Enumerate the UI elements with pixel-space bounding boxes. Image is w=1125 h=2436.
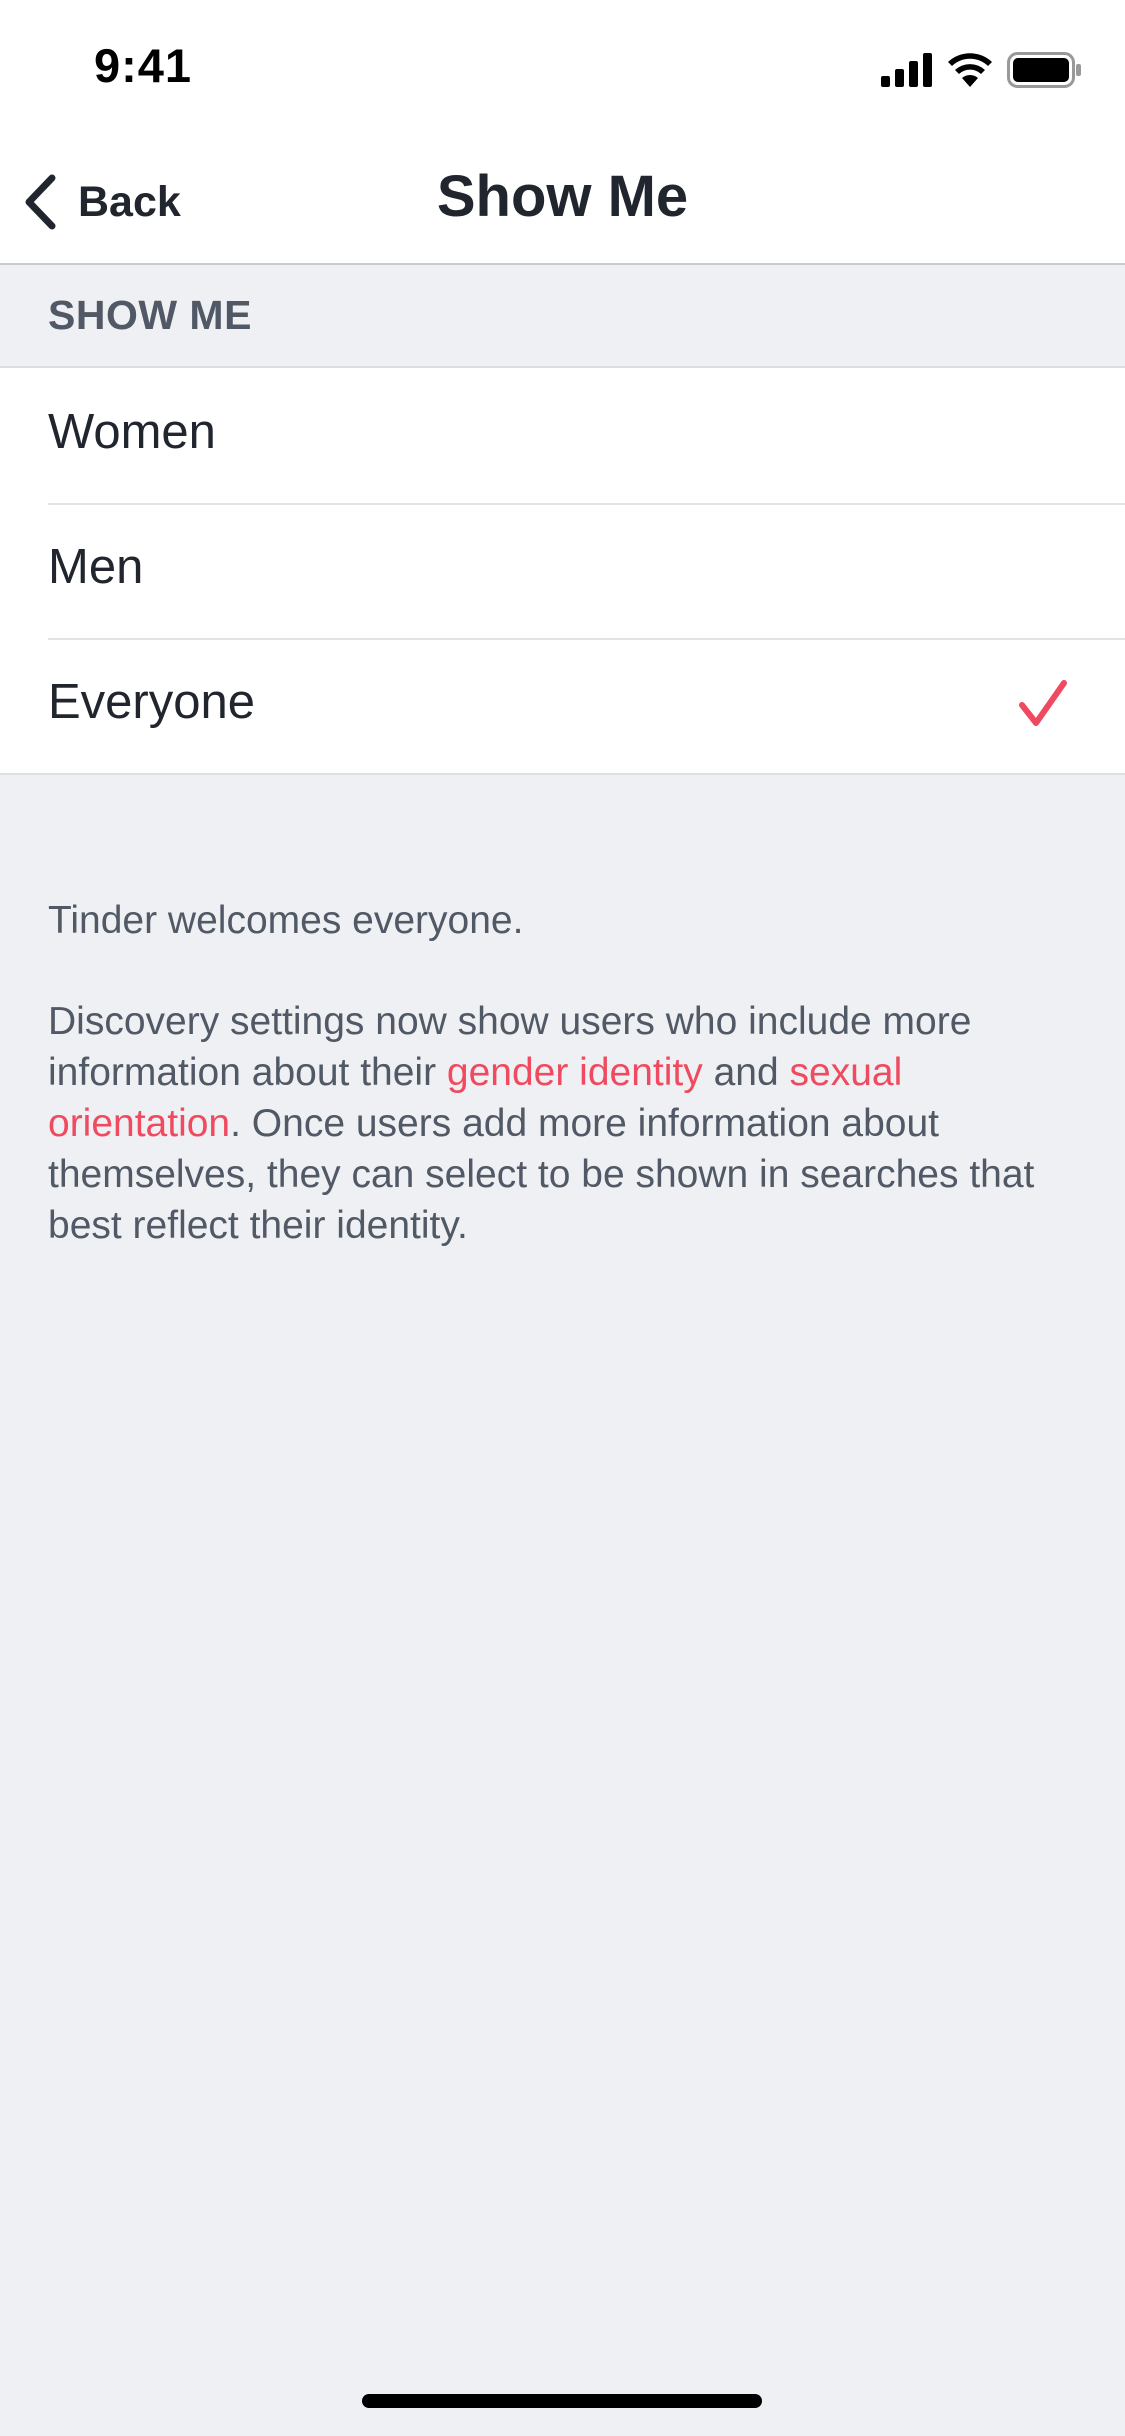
- option-men[interactable]: Men: [0, 503, 1125, 638]
- status-time: 9:41: [94, 39, 193, 92]
- option-women[interactable]: Women: [0, 368, 1125, 503]
- info-text: Tinder welcomes everyone. Discovery sett…: [48, 895, 1078, 1251]
- section-header-label: SHOW ME: [48, 292, 252, 338]
- welcome-text: Tinder welcomes everyone.: [48, 899, 524, 942]
- discovery-text: Discovery settings now show users who in…: [48, 1000, 1035, 1247]
- option-everyone[interactable]: Everyone: [0, 638, 1125, 773]
- option-label: Men: [48, 540, 144, 594]
- option-label: Everyone: [48, 675, 256, 729]
- option-label: Women: [48, 405, 216, 459]
- checkmark-icon: [1019, 680, 1067, 726]
- status-bar: 9:41: [0, 0, 1125, 135]
- wifi-icon: [948, 53, 992, 87]
- status-icons: [881, 50, 1083, 90]
- navigation-bar: Back Show Me: [0, 135, 1125, 265]
- home-indicator: [362, 2394, 762, 2408]
- page-title: Show Me: [436, 164, 689, 229]
- battery-icon: [1007, 52, 1081, 88]
- show-me-options: Women Men Everyone: [0, 368, 1125, 775]
- section-header: SHOW ME: [0, 266, 1125, 368]
- gender-identity-link[interactable]: gender identity: [447, 1051, 703, 1094]
- cellular-signal-icon: [881, 53, 932, 87]
